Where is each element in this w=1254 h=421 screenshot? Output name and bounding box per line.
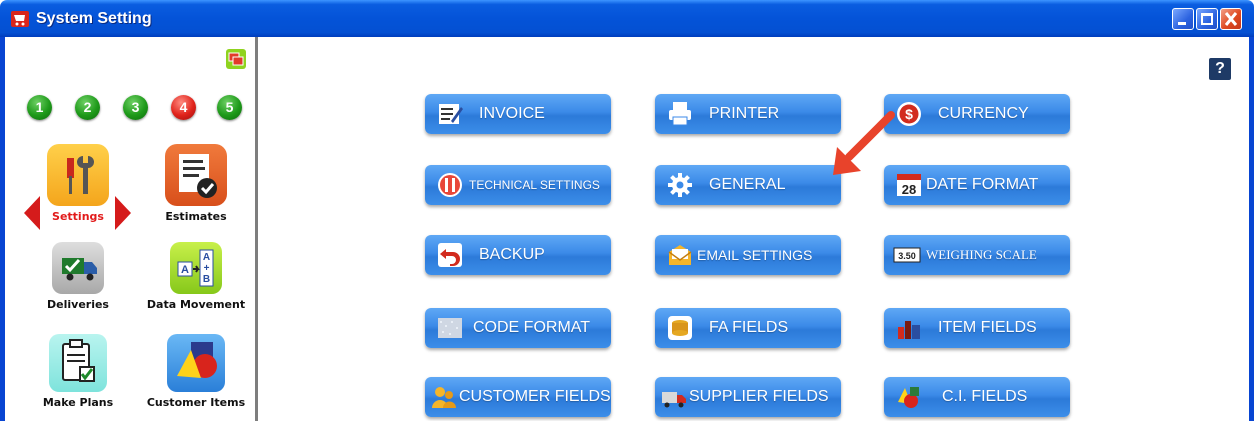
button-label: FA FIELDS: [709, 319, 789, 336]
dollar-icon: $: [897, 102, 921, 126]
svg-text:$: $: [905, 106, 913, 122]
invoice-button[interactable]: INVOICE: [425, 94, 611, 134]
svg-text:A: A: [181, 264, 189, 276]
minimize-icon: [1178, 22, 1186, 25]
weighing-scale-button[interactable]: 3.50 WEIGHING SCALE: [884, 235, 1070, 275]
step-3-button[interactable]: 3: [123, 95, 148, 120]
currency-button[interactable]: $ CURRENCY: [884, 94, 1070, 134]
step-1-button[interactable]: 1: [27, 95, 52, 120]
sidebar-item-estimates[interactable]: Estimates: [141, 144, 251, 223]
envelope-icon: [668, 245, 692, 265]
supplier-fields-button[interactable]: SUPPLIER FIELDS: [655, 377, 841, 417]
help-button[interactable]: ?: [1209, 58, 1231, 80]
shapes-icon: [167, 334, 225, 392]
undo-arrow-icon: [438, 243, 462, 267]
bottles-icon: [898, 321, 920, 339]
sidebar-item-label: Deliveries: [47, 298, 109, 311]
coins-icon: [668, 316, 692, 340]
button-label: DATE FORMAT: [926, 176, 1039, 193]
button-label: CODE FORMAT: [473, 319, 591, 336]
customer-fields-button[interactable]: CUSTOMER FIELDS: [425, 377, 611, 417]
close-button[interactable]: [1220, 8, 1242, 30]
step-4-button[interactable]: 4: [171, 95, 196, 120]
sidebar-item-label: Customer Items: [146, 396, 246, 409]
printer-button[interactable]: PRINTER: [655, 94, 841, 134]
fa-fields-button[interactable]: FA FIELDS: [655, 308, 841, 348]
button-label: CUSTOMER FIELDS: [459, 388, 611, 405]
window-title: System Setting: [36, 10, 152, 27]
button-label: GENERAL: [709, 176, 786, 193]
sidebar-item-settings[interactable]: Settings: [23, 144, 133, 223]
technical-settings-button[interactable]: TECHNICAL SETTINGS: [425, 165, 611, 205]
button-label: EMAIL SETTINGS: [697, 247, 813, 263]
title-bar: System Setting: [0, 0, 1254, 37]
step-5-button[interactable]: 5: [217, 95, 242, 120]
code-pattern-icon: [438, 318, 462, 338]
button-label: WEIGHING SCALE: [926, 247, 1037, 262]
ci-fields-button[interactable]: C.I. FIELDS: [884, 377, 1070, 417]
sidebar-item-data-movement[interactable]: A A + B Data Movement: [141, 242, 251, 311]
customers-icon: [432, 387, 456, 408]
button-label: ITEM FIELDS: [938, 319, 1037, 336]
svg-text:28: 28: [902, 182, 916, 197]
backup-button[interactable]: BACKUP: [425, 235, 611, 275]
sidebar-item-label: Make Plans: [42, 396, 114, 409]
calendar-icon: 28: [897, 174, 921, 197]
button-label: BACKUP: [479, 246, 545, 263]
windows-cascade-icon[interactable]: [226, 49, 246, 69]
maximize-button[interactable]: [1196, 8, 1218, 30]
svg-text:+: +: [204, 263, 210, 274]
checklist-icon: [165, 144, 227, 206]
scale-display-icon: 3.50: [893, 247, 921, 263]
printer-icon: [669, 102, 691, 126]
sidebar-item-label: Data Movement: [146, 298, 246, 311]
tools-icon: [438, 173, 462, 197]
date-format-button[interactable]: 28 DATE FORMAT: [884, 165, 1070, 205]
minimize-button[interactable]: [1172, 8, 1194, 30]
button-label: INVOICE: [479, 105, 545, 122]
cart-icon: [11, 11, 29, 27]
sidebar-item-customer-items[interactable]: Customer Items: [141, 334, 251, 409]
button-label: C.I. FIELDS: [942, 388, 1028, 405]
sidebar-item-label: Estimates: [165, 210, 227, 223]
svg-text:B: B: [203, 274, 210, 285]
sidebar-item-make-plans[interactable]: Make Plans: [23, 334, 133, 409]
button-label: TECHNICAL SETTINGS: [469, 178, 600, 192]
email-settings-button[interactable]: EMAIL SETTINGS: [655, 235, 841, 275]
supplier-truck-icon: [662, 392, 686, 408]
window-frame-right: [1249, 37, 1254, 421]
code-format-button[interactable]: CODE FORMAT: [425, 308, 611, 348]
close-icon: [1224, 12, 1238, 26]
shapes-icon: [898, 387, 919, 408]
tools-icon: [47, 144, 109, 206]
pointer-arrow-icon: [833, 111, 895, 175]
sidebar: 1 2 3 4 5 Settings Estimates Deliveries …: [5, 37, 258, 421]
sidebar-item-deliveries[interactable]: Deliveries: [23, 242, 133, 311]
item-fields-button[interactable]: ITEM FIELDS: [884, 308, 1070, 348]
clipboard-check-icon: [49, 334, 107, 392]
settings-panel: ? INVOICE PRINTER $ CURRENCY TECHNICAL S…: [261, 37, 1249, 421]
gear-icon: [668, 173, 692, 197]
svg-text:3.50: 3.50: [898, 251, 916, 261]
svg-text:A: A: [203, 252, 210, 263]
button-label: PRINTER: [709, 105, 780, 122]
button-label: SUPPLIER FIELDS: [689, 388, 829, 405]
button-label: CURRENCY: [938, 105, 1029, 122]
invoice-pen-icon: [439, 104, 463, 124]
general-button[interactable]: GENERAL: [655, 165, 841, 205]
truck-icon: [52, 242, 104, 294]
a-to-b-icon: A A + B: [170, 242, 222, 294]
maximize-icon: [1201, 13, 1213, 25]
sidebar-item-label: Settings: [52, 210, 104, 223]
step-2-button[interactable]: 2: [75, 95, 100, 120]
